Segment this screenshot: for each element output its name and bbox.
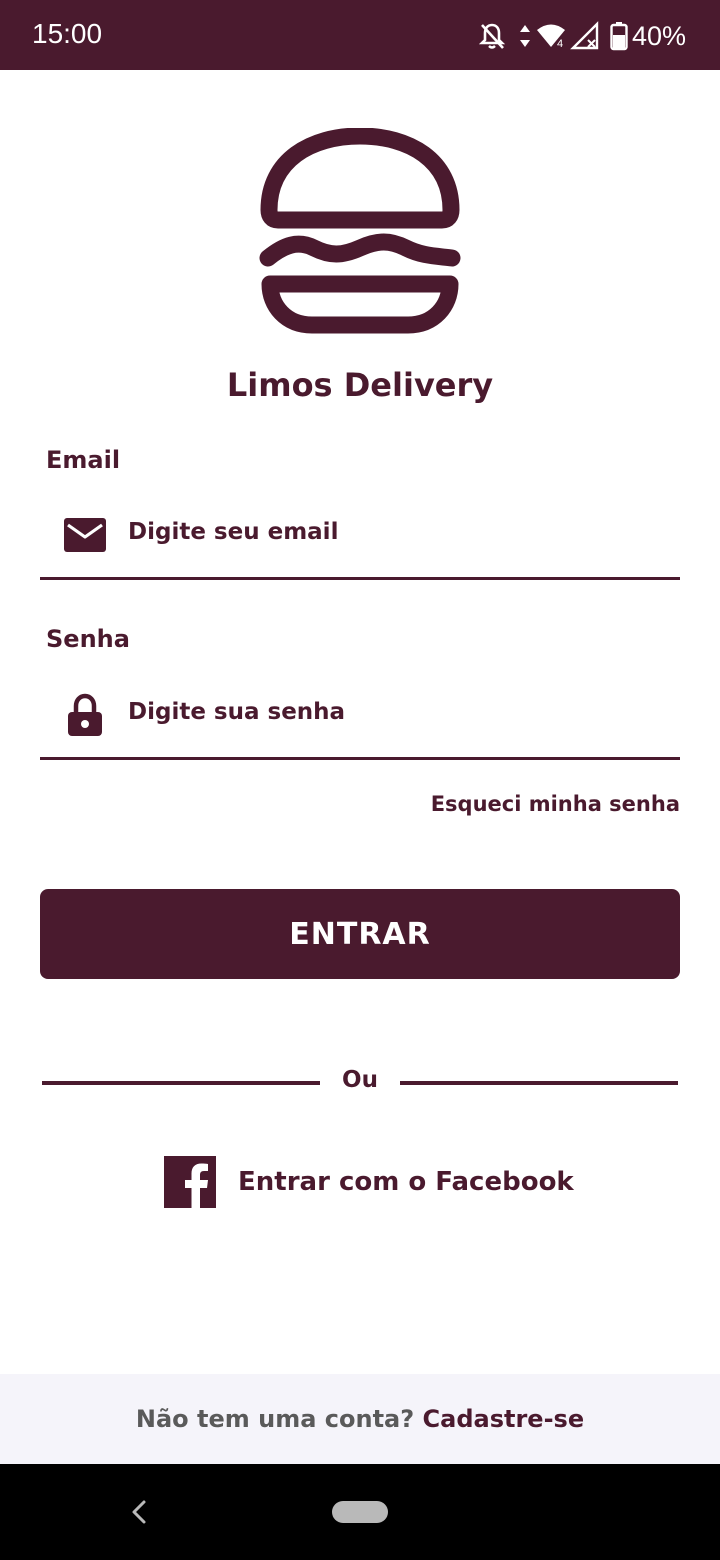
data-arrows-icon [519, 25, 530, 47]
email-input[interactable] [128, 512, 668, 552]
burger-icon [259, 128, 461, 334]
password-field[interactable] [40, 670, 680, 760]
signup-link[interactable]: Cadastre-se [423, 1405, 585, 1433]
login-button[interactable]: ENTRAR [40, 889, 680, 979]
password-input[interactable] [128, 692, 668, 732]
home-pill-icon[interactable] [332, 1501, 388, 1523]
wifi-icon: 4 [536, 24, 565, 50]
divider-label: Ou [342, 1067, 378, 1093]
status-time: 15:00 [32, 18, 103, 49]
signal-icon [570, 21, 599, 50]
battery-icon [610, 22, 628, 51]
battery-percentage: 40% [631, 20, 686, 51]
signup-footer: Não tem uma conta? Cadastre-se [0, 1374, 720, 1464]
app-title: Limos Delivery [226, 366, 494, 404]
status-bar: 15:00 4 40% [0, 0, 720, 70]
lock-icon [68, 693, 102, 736]
mail-icon [64, 518, 106, 552]
notifications-off-icon [478, 23, 506, 49]
email-label: Email [46, 446, 121, 474]
back-icon[interactable] [126, 1498, 152, 1526]
divider-line-right [400, 1081, 678, 1085]
status-icons: 4 40% [478, 18, 686, 54]
signup-prompt: Não tem uma conta? [135, 1405, 415, 1433]
system-nav-bar [0, 1464, 720, 1560]
facebook-icon [164, 1156, 216, 1208]
network-badge: 4 [557, 38, 563, 50]
email-field[interactable] [40, 490, 680, 580]
facebook-login-button[interactable]: Entrar com o Facebook [164, 1156, 574, 1208]
forgot-password-link[interactable]: Esqueci minha senha [431, 792, 680, 816]
divider-line-left [42, 1081, 320, 1085]
facebook-login-label: Entrar com o Facebook [238, 1167, 574, 1197]
password-label: Senha [46, 625, 130, 653]
